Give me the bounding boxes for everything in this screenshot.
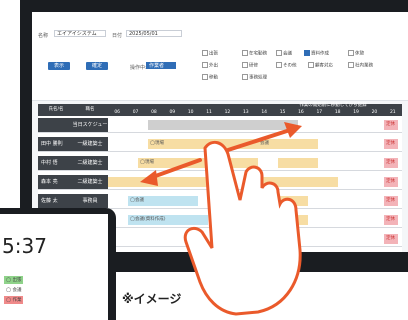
caption: ※イメージ bbox=[122, 292, 182, 306]
clock-display: 5:37 bbox=[2, 234, 47, 258]
phone-list: ◯ 出張 ◯ 会議 ◯ 作業 bbox=[4, 276, 24, 304]
hand-icon bbox=[183, 140, 302, 316]
phone-device: 5:37 ◯ 出張 ◯ 会議 ◯ 作業 bbox=[0, 208, 116, 320]
list-item[interactable]: ◯ 出張 bbox=[4, 276, 24, 284]
list-item[interactable]: ◯ 作業 bbox=[4, 296, 24, 304]
phone-screen: 5:37 ◯ 出張 ◯ 会議 ◯ 作業 bbox=[0, 214, 108, 320]
list-item[interactable]: ◯ 会議 bbox=[4, 286, 23, 294]
